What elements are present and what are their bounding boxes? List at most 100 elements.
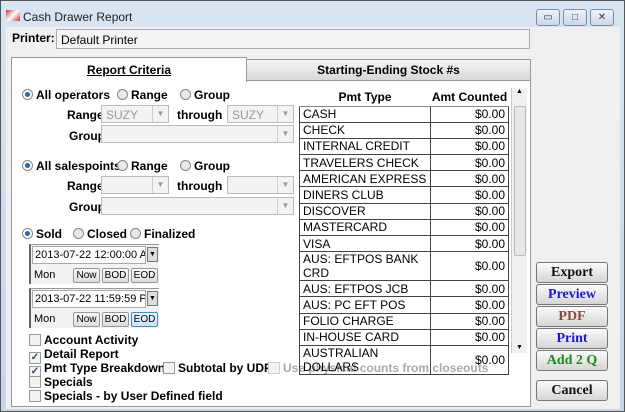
scroll-thumb[interactable]	[514, 106, 526, 256]
operator-through-label: through	[177, 108, 223, 122]
pmt-type-cell[interactable]: IN-HOUSE CARD	[299, 328, 431, 346]
amt-counted-cell[interactable]: $0.00	[430, 328, 509, 346]
table-row[interactable]: DISCOVER $0.00	[299, 202, 509, 220]
table-row[interactable]: AUS: PC EFT POS $0.00	[299, 296, 509, 314]
amt-counted-cell[interactable]: $0.00	[430, 218, 509, 237]
radio-salespoint-range[interactable]: Range	[117, 159, 168, 173]
minimize-button[interactable]: ▭	[536, 9, 560, 26]
amt-counted-cell[interactable]: $0.00	[430, 202, 509, 220]
amt-counted-cell[interactable]: $0.00	[430, 296, 509, 314]
window: Cash Drawer Report ▭ □ ✕ Printer: Defaul…	[0, 0, 625, 412]
export-button[interactable]: Export	[536, 262, 608, 283]
pmt-type-cell[interactable]: CHECK	[299, 121, 431, 139]
table-row[interactable]: FOLIO CHARGE $0.00	[299, 312, 509, 330]
chevron-down-icon[interactable]: ▼	[147, 291, 158, 306]
amt-counted-cell[interactable]: $0.00	[430, 105, 509, 123]
pmt-type-cell[interactable]: AMERICAN EXPRESS	[299, 170, 431, 188]
table-row[interactable]: IN-HOUSE CARD $0.00	[299, 328, 509, 346]
add-to-queue-button[interactable]: Add 2 Q	[536, 350, 608, 371]
radio-operator-range[interactable]: Range	[117, 88, 168, 102]
table-row[interactable]: MASTERCARD $0.00	[299, 218, 509, 237]
end-eod-button[interactable]: EOD	[131, 312, 158, 327]
table-row[interactable]: AUS: EFTPOS BANK CRD $0.00	[299, 251, 509, 282]
specials-checkbox[interactable]: Specials	[29, 375, 93, 389]
print-button[interactable]: Print	[536, 328, 608, 349]
pmt-type-cell[interactable]: INTERNAL CREDIT	[299, 137, 431, 156]
end-datetime-input[interactable]: 2013-07-22 11:59:59 PM	[32, 290, 146, 308]
amt-counted-cell[interactable]: $0.00	[430, 280, 509, 298]
amt-counted-cell[interactable]: $0.00	[430, 234, 509, 253]
salespoint-group-label: Group	[69, 200, 105, 214]
specials-udf-checkbox[interactable]: Specials - by User Defined field	[29, 389, 223, 403]
pmt-type-cell[interactable]: AUS: PC EFT POS	[299, 296, 431, 314]
salespoint-range-label: Range	[67, 179, 104, 193]
account-activity-checkbox[interactable]: Account Activity	[29, 333, 138, 347]
pmt-type-cell[interactable]: FOLIO CHARGE	[299, 312, 431, 330]
pmt-type-cell[interactable]: DISCOVER	[299, 202, 431, 220]
amt-counted-cell[interactable]: $0.00	[430, 186, 509, 204]
amt-counted-cell[interactable]: $0.00	[430, 251, 509, 282]
printer-field[interactable]: Default Printer	[56, 29, 530, 49]
start-bod-button[interactable]: BOD	[102, 268, 129, 283]
pmt-type-cell[interactable]: TRAVELERS CHECK	[299, 154, 431, 172]
chevron-down-icon[interactable]: ▼	[147, 247, 158, 262]
tab-stock-numbers[interactable]: Starting-Ending Stock #s	[246, 59, 531, 81]
table-row[interactable]: INTERNAL CREDIT $0.00	[299, 137, 509, 156]
subtotal-udf-checkbox[interactable]: Subtotal by UDF	[163, 361, 271, 375]
salespoint-from-select[interactable]: ▼	[101, 176, 169, 194]
operator-range-label: Range	[67, 108, 104, 122]
radio-operator-group[interactable]: Group	[180, 88, 230, 102]
tab-report-criteria[interactable]: Report Criteria	[11, 57, 247, 82]
close-button[interactable]: ✕	[590, 9, 614, 26]
radio-closed[interactable]: Closed	[73, 227, 127, 241]
table-row[interactable]: DINERS CLUB $0.00	[299, 186, 509, 204]
operator-from-select[interactable]: SUZY ▼	[101, 105, 169, 123]
radio-salespoint-group[interactable]: Group	[180, 159, 230, 173]
start-now-button[interactable]: Now	[73, 268, 100, 283]
maximize-button[interactable]: □	[563, 9, 587, 26]
pmt-type-cell[interactable]: VISA	[299, 234, 431, 253]
column-header-amt-counted[interactable]: Amt Counted	[430, 88, 509, 107]
radio-all-salespoints[interactable]: All salespoints	[22, 159, 121, 173]
end-date-picker: 2013-07-22 11:59:59 PM ▼ Mon Now BOD EOD	[29, 288, 159, 328]
table-row[interactable]: CASH $0.00	[299, 105, 509, 123]
table-row[interactable]: TRAVELERS CHECK $0.00	[299, 154, 509, 172]
pmt-type-cell[interactable]: MASTERCARD	[299, 218, 431, 237]
table-row[interactable]: AUSTRALIAN DOLLARS $0.00	[299, 344, 509, 375]
end-now-button[interactable]: Now	[73, 312, 100, 327]
pmt-type-cell[interactable]: DINERS CLUB	[299, 186, 431, 204]
table-row[interactable]: AUS: EFTPOS JCB $0.00	[299, 280, 509, 298]
preview-button[interactable]: Preview	[536, 284, 608, 305]
cancel-button[interactable]: Cancel	[536, 380, 608, 401]
table-scrollbar[interactable]: ▲ ▼	[511, 88, 527, 353]
amt-counted-cell[interactable]: $0.00	[430, 312, 509, 330]
amt-counted-cell[interactable]: $0.00	[430, 137, 509, 156]
pdf-button[interactable]: PDF	[536, 306, 608, 327]
start-datetime-input[interactable]: 2013-07-22 12:00:00 AM	[32, 246, 146, 264]
start-eod-button[interactable]: EOD	[131, 268, 158, 283]
operator-to-select[interactable]: SUZY ▼	[227, 105, 294, 123]
table-row[interactable]: VISA $0.00	[299, 234, 509, 253]
radio-sold[interactable]: Sold	[22, 227, 62, 241]
salespoint-to-select[interactable]: ▼	[227, 176, 294, 194]
end-bod-button[interactable]: BOD	[102, 312, 129, 327]
scroll-down-icon[interactable]: ▼	[512, 344, 527, 351]
salespoint-group-select[interactable]: ▼	[101, 197, 294, 215]
pmt-type-cell[interactable]: CASH	[299, 105, 431, 123]
radio-all-operators[interactable]: All operators	[22, 88, 110, 102]
table-row[interactable]: CHECK $0.00	[299, 121, 509, 139]
radio-finalized[interactable]: Finalized	[130, 227, 195, 241]
scroll-up-icon[interactable]: ▲	[512, 88, 527, 95]
amt-counted-cell[interactable]: $0.00	[430, 154, 509, 172]
amt-counted-cell[interactable]: $0.00	[430, 170, 509, 188]
column-header-pmt-type[interactable]: Pmt Type	[299, 88, 431, 107]
pmt-type-cell[interactable]: AUS: EFTPOS JCB	[299, 280, 431, 298]
amt-counted-cell[interactable]: $0.00	[430, 121, 509, 139]
pmt-type-cell[interactable]: AUS: EFTPOS BANK CRD	[299, 251, 431, 282]
operator-group-select[interactable]: ▼	[101, 125, 294, 143]
operator-group-label: Group	[69, 129, 105, 143]
amt-counted-cell[interactable]: $0.00	[430, 344, 509, 375]
table-row[interactable]: AMERICAN EXPRESS $0.00	[299, 170, 509, 188]
pmt-type-cell[interactable]: AUSTRALIAN DOLLARS	[299, 344, 431, 375]
payment-table: Pmt Type Amt Counted CASH $0.00 CHECK $0.00…	[299, 88, 509, 375]
